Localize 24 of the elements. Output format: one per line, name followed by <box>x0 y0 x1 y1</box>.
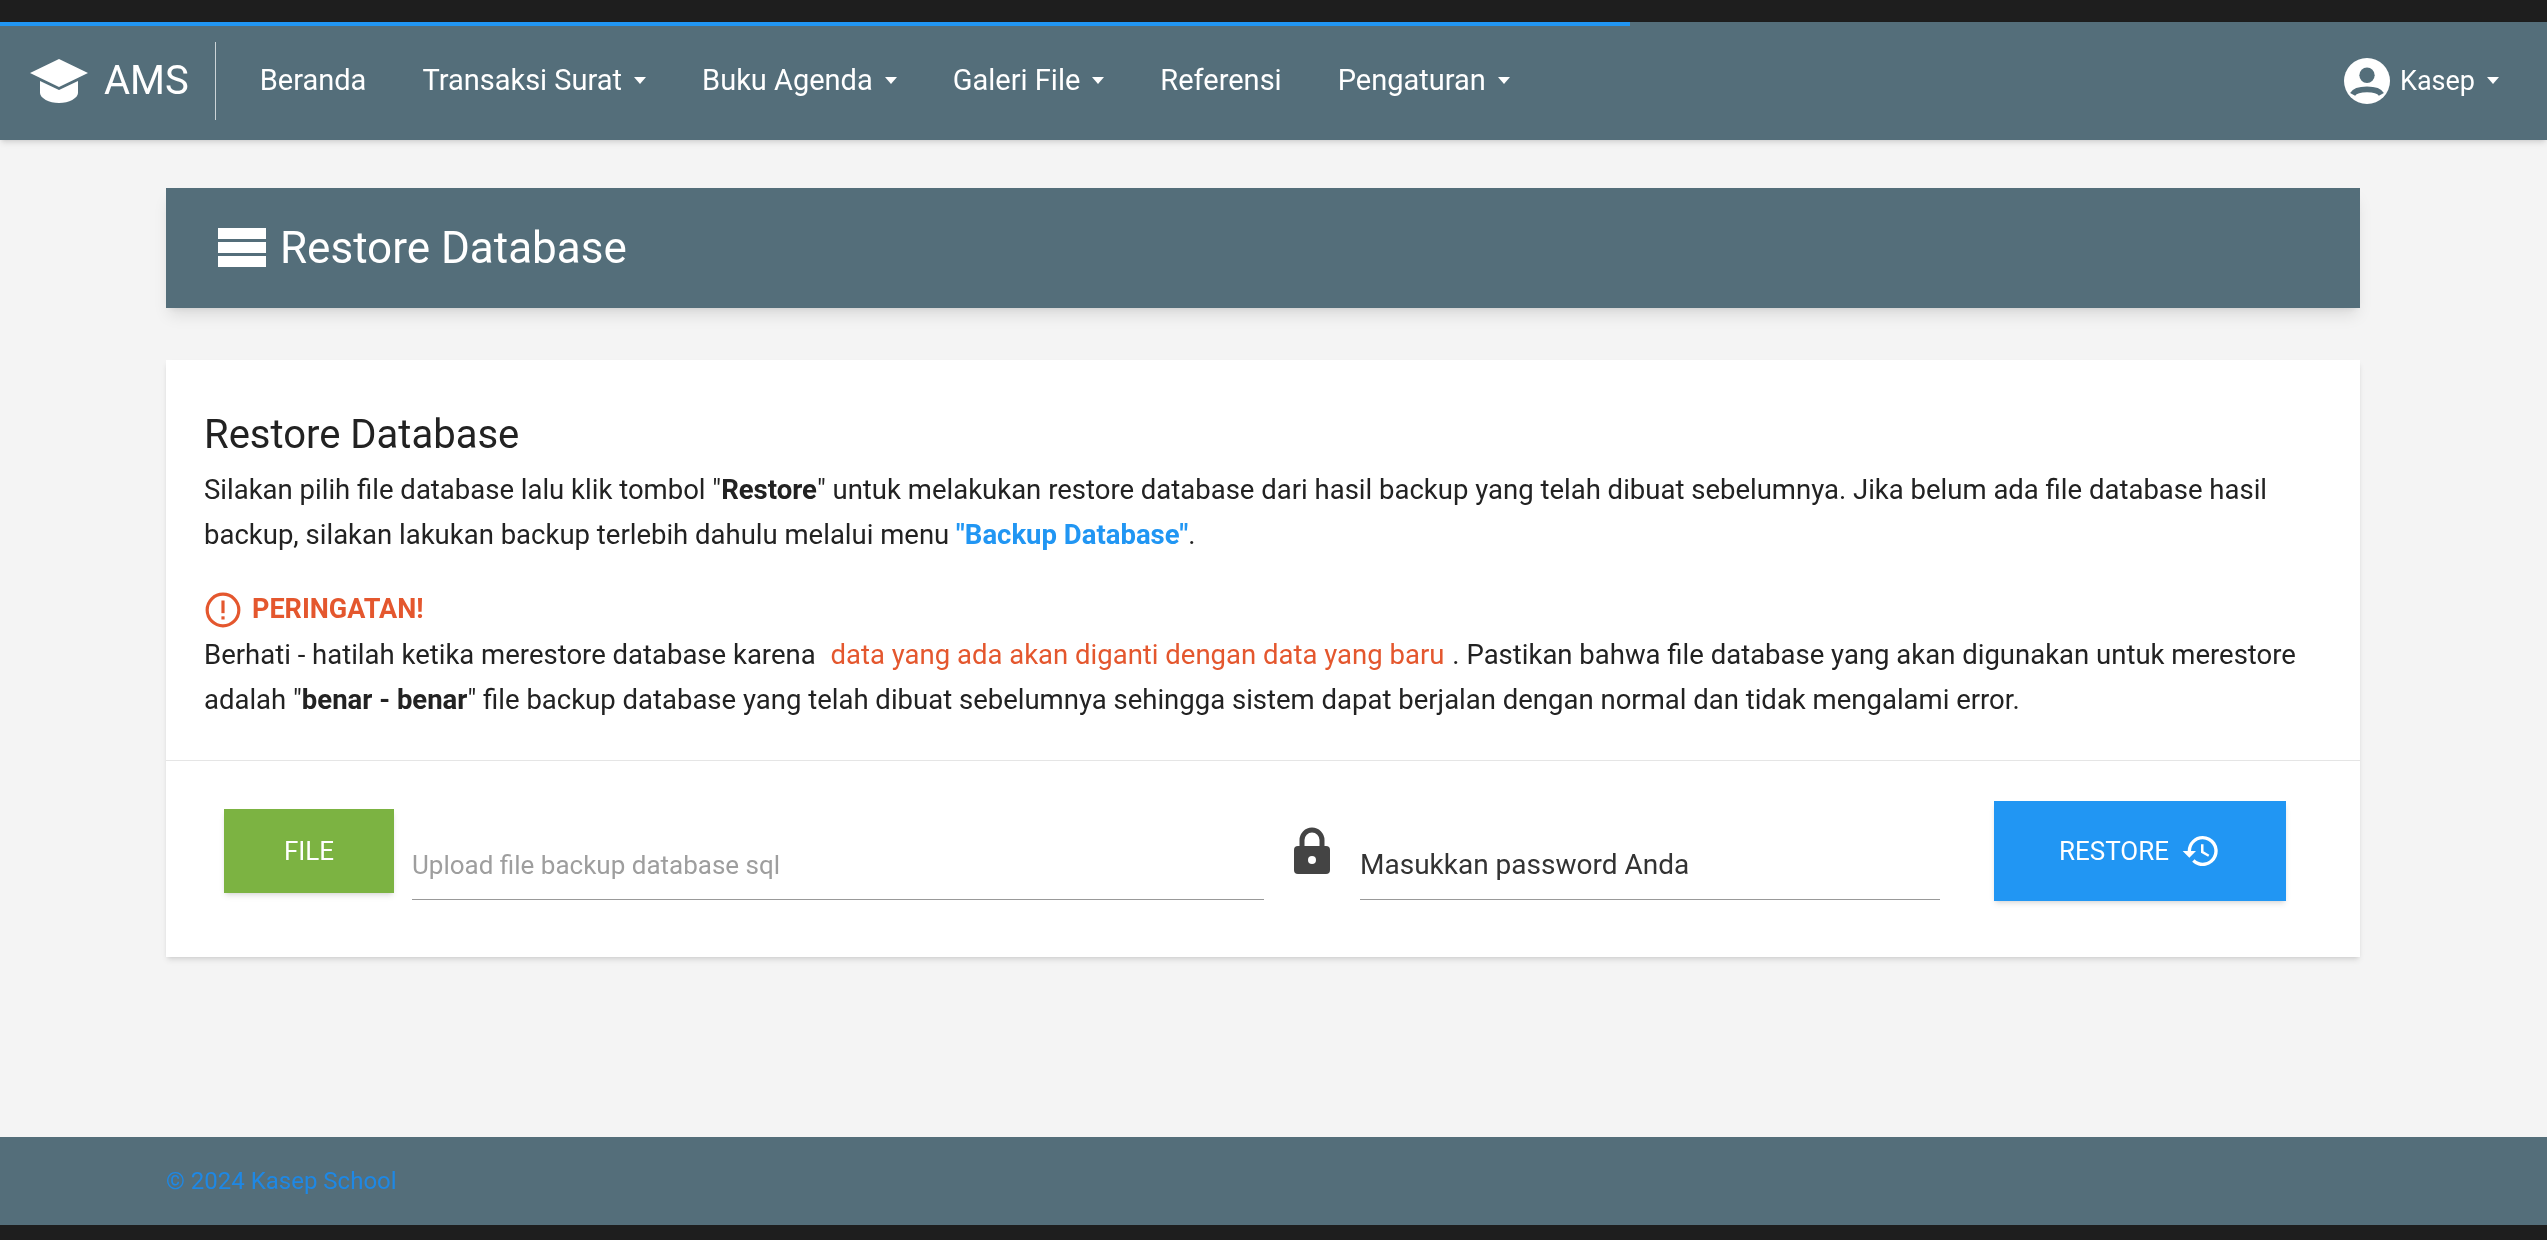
warning-text: Berhati - hatilah ketika merestore database karena data yang ada akan diganti dengan data yang baru . Pastikan bahwa file database yang akan digunakan untuk merestore adalah "benar - benar" file backup database yang telah dibuat sebelumnya sehingga sistem dapat berjalan dengan normal dan tidak mengalami error. <box>204 637 2297 718</box>
footer-text: © 2024 Kasep School <box>166 1166 397 1197</box>
password-field[interactable]: Masukkan password Anda <box>1360 830 1940 900</box>
nav-link[interactable]: Pengaturan <box>1313 59 1534 103</box>
user-menu[interactable]: Kasep <box>2343 58 2499 104</box>
nav-link[interactable]: Beranda <box>235 59 391 103</box>
brand-name[interactable]: AMS <box>104 42 216 120</box>
nav-link[interactable]: Transaksi Surat <box>398 59 671 103</box>
nav-link[interactable]: Galeri File <box>928 59 1129 103</box>
file-path-field[interactable]: Upload file backup database sql <box>412 830 1264 900</box>
nav-link[interactable]: Buku Agenda <box>678 59 921 103</box>
card-title: Restore Database <box>204 412 521 457</box>
page-title: Restore Database <box>280 221 627 276</box>
lock-icon <box>1292 826 1332 876</box>
backup-database-link[interactable]: "Backup Database" <box>956 518 1189 551</box>
warning-icon <box>204 590 242 629</box>
graduation-cap-icon <box>28 57 90 105</box>
nav-link[interactable]: Referensi <box>1136 59 1306 103</box>
list-icon <box>218 228 266 268</box>
restore-button[interactable]: RESTORE <box>1994 801 2286 901</box>
caret-icon <box>2487 77 2499 85</box>
intro-text: Silakan pilih file database lalu klik tombol "Restore" untuk melakukan restore database dari hasil backup yang telah dibuat sebelumnya. Jika belum ada file database hasil backup, silakan lakukan backup terlebih dahulu melalui menu "Backup Database". <box>204 472 2269 553</box>
user-icon <box>2343 58 2390 104</box>
warning-title: PERINGATAN! <box>252 592 424 627</box>
